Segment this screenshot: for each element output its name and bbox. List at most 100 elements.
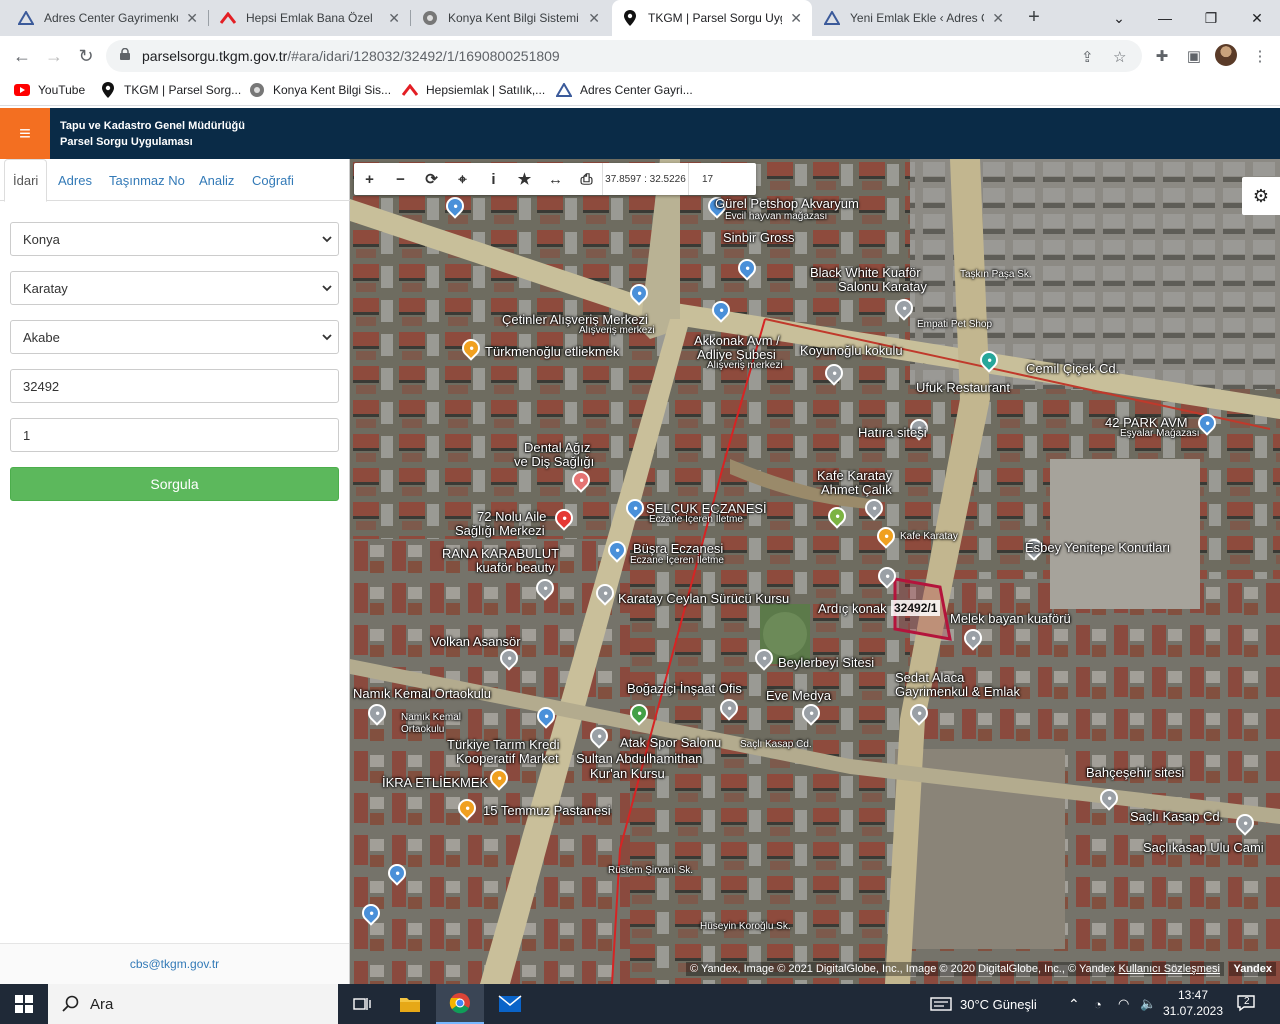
browser-tab[interactable]: Hepsi Emlak Bana Özel ✕ — [210, 0, 410, 36]
map-place-label[interactable]: Saçlıkasap Ulu Cami — [1143, 840, 1264, 855]
map-place-label[interactable]: Sedat Alaca — [895, 670, 964, 685]
map-place-label[interactable]: Saçlı Kasap Cd. — [740, 739, 812, 750]
bookmark-item[interactable]: YouTube — [14, 82, 85, 98]
browser-tab[interactable]: Adres Center Gayrimenkul ✕ — [8, 0, 208, 36]
map-place-label[interactable]: Eve Medya — [766, 688, 831, 703]
map-place-label[interactable]: Eşyalar Mağazası — [1120, 428, 1199, 439]
measure-distance-icon[interactable]: ↔ — [540, 163, 571, 195]
side-panel-icon[interactable]: ▣ — [1184, 46, 1204, 66]
browser-tab-active[interactable]: TKGM | Parsel Sorgu Uyg ✕ — [612, 0, 812, 36]
map-place-label[interactable]: Evcil hayvan mağazası — [725, 211, 827, 222]
parsel-input[interactable]: 1 — [10, 418, 339, 452]
close-window-button[interactable]: ✕ — [1234, 0, 1280, 36]
bookmark-item[interactable]: TKGM | Parsel Sorg... — [100, 82, 241, 98]
map-place-label[interactable]: Kafe Karatay — [900, 531, 958, 542]
bookmark-item[interactable]: Hepsiemlak | Satılık,... — [402, 82, 545, 98]
menu-dots-icon[interactable]: ⋮ — [1250, 46, 1270, 66]
share-icon[interactable]: ⇪ — [1081, 48, 1094, 66]
map-place-label[interactable]: 72 Nolu Aile — [477, 509, 546, 524]
network-icon[interactable]: ◔ — [1094, 984, 1102, 1024]
bookmark-item[interactable]: Adres Center Gayri... — [556, 82, 693, 98]
mail-icon[interactable] — [486, 984, 534, 1024]
address-bar[interactable]: parselsorgu.tkgm.gov.tr/#ara/idari/12803… — [106, 40, 1142, 72]
map-place-label[interactable]: Esbey Yenitepe Konutları — [1025, 540, 1170, 555]
terms-link[interactable]: Kullanıcı Sözleşmesi — [1119, 963, 1221, 975]
extensions-icon[interactable]: ✚ — [1152, 46, 1172, 66]
map-place-label[interactable]: kuaför beauty — [476, 560, 555, 575]
notification-center-icon[interactable]: 2 — [1236, 994, 1256, 1015]
map-place-label[interactable]: Gayrimenkul & Emlak — [895, 684, 1020, 699]
map-place-label[interactable]: Volkan Asansör — [431, 634, 521, 649]
map-place-label[interactable]: Sultan Abdulhamithan — [576, 751, 702, 766]
map-place-label[interactable]: Taşkın Paşa Sk. — [960, 269, 1032, 280]
map-place-label[interactable]: Ardıç konak — [818, 601, 887, 616]
bookmark-star-icon[interactable]: ☆ — [1113, 48, 1126, 66]
map-place-label[interactable]: İKRA ETLİEKMEK — [382, 775, 488, 790]
info-icon[interactable]: i — [478, 163, 509, 195]
map-place-label[interactable]: Türkiye Tarım Kredi — [447, 737, 559, 752]
zoom-in-button[interactable]: + — [354, 163, 385, 195]
map-place-label[interactable]: Hatıra sitesi — [858, 425, 927, 440]
close-tab-icon[interactable]: ✕ — [790, 10, 802, 27]
forward-icon[interactable]: → — [42, 44, 66, 68]
close-tab-icon[interactable]: ✕ — [588, 10, 600, 27]
map-place-label[interactable]: Eczane İçeren İletme — [630, 555, 724, 566]
taskbar-clock[interactable]: 13:47 31.07.2023 — [1160, 987, 1226, 1019]
mahalle-select[interactable]: Akabe — [10, 320, 339, 354]
map-view[interactable]: ● ● ● ● ● ● ● ● ● ● ● ● ● ● ● ● ● ● ● ● ● ● ● ● ● ● ● ● ● ● ● ● ● ● ● ● ● ● Gü… — [350, 159, 1280, 984]
map-place-label[interactable]: Saçlı Kasap Cd. — [1130, 809, 1223, 824]
map-place-label[interactable]: Koyunoğlu kokulu — [800, 343, 903, 358]
print-icon[interactable]: ⎙ — [571, 163, 602, 195]
contact-email-link[interactable]: cbs@tkgm.gov.tr — [0, 943, 349, 984]
map-place-label[interactable]: Kur'an Kursu — [590, 766, 665, 781]
back-icon[interactable]: ← — [10, 44, 34, 68]
file-explorer-icon[interactable] — [386, 984, 434, 1024]
sorgula-button[interactable]: Sorgula — [10, 467, 339, 501]
weather-widget[interactable]: 30°C Güneşli — [930, 984, 1037, 1024]
settings-gear-icon[interactable]: ⚙ — [1242, 177, 1280, 215]
tray-chevron-icon[interactable]: ⌃ — [1068, 984, 1080, 1024]
profile-avatar[interactable] — [1215, 44, 1237, 66]
map-place-label[interactable]: Namık Kemal — [401, 712, 461, 723]
il-select[interactable]: Konya — [10, 222, 339, 256]
favorite-star-icon[interactable]: ★ — [509, 163, 540, 195]
close-tab-icon[interactable]: ✕ — [992, 10, 1004, 27]
map-place-label[interactable]: Alışveriş merkezi — [707, 360, 783, 371]
map-place-label[interactable]: Cemil Çiçek Cd. — [1026, 361, 1119, 376]
tab-search-icon[interactable]: ⌄ — [1096, 0, 1142, 36]
close-tab-icon[interactable]: ✕ — [186, 10, 198, 27]
map-place-label[interactable]: Alışveriş merkezi — [579, 325, 655, 336]
map-place-label[interactable]: Akkonak Avm / — [694, 333, 780, 348]
browser-tab[interactable]: Yeni Emlak Ekle ‹ Adres Ce ✕ — [814, 0, 1014, 36]
bookmark-item[interactable]: Konya Kent Bilgi Sis... — [249, 82, 391, 98]
map-place-label[interactable]: Gürel Petshop Akvaryum — [715, 196, 859, 211]
tab-tasinmaz-no[interactable]: Taşınmaz No — [101, 159, 193, 201]
map-place-label[interactable]: Namık Kemal Ortaokulu — [353, 686, 491, 701]
map-place-label[interactable]: Ortaokulu — [401, 724, 444, 735]
refresh-map-icon[interactable]: ⟳ — [416, 163, 447, 195]
map-place-label[interactable]: Black White Kuaför — [810, 265, 921, 280]
map-place-label[interactable]: Atak Spor Salonu — [620, 735, 721, 750]
map-place-label[interactable]: Melek bayan kuaförü — [950, 611, 1071, 626]
chrome-icon[interactable] — [436, 984, 484, 1024]
map-place-label[interactable]: Hüseyin Koroğlu Sk. — [700, 921, 791, 932]
map-place-label[interactable]: Karatay Ceylan Sürücü Kursu — [618, 591, 789, 606]
map-place-label[interactable]: Kooperatif Market — [456, 751, 559, 766]
reload-icon[interactable]: ↻ — [74, 44, 98, 68]
map-place-label[interactable]: Salonu Karatay — [838, 279, 927, 294]
hamburger-menu-button[interactable]: ≡ — [0, 108, 50, 159]
minimize-button[interactable]: — — [1142, 0, 1188, 36]
map-place-label[interactable]: Rüstem Şirvani Sk. — [608, 865, 693, 876]
task-view-icon[interactable] — [338, 984, 386, 1024]
start-button[interactable] — [0, 984, 48, 1024]
ilce-select[interactable]: Karatay — [10, 271, 339, 305]
map-place-label[interactable]: Boğaziçi İnşaat Ofis — [627, 681, 742, 696]
map-place-label[interactable]: Sinbir Gross — [723, 230, 795, 245]
wifi-icon[interactable]: ◠ — [1118, 984, 1129, 1024]
map-place-label[interactable]: Empati Pet Shop — [917, 319, 992, 330]
map-place-label[interactable]: Ahmet Çalık — [821, 482, 892, 497]
map-place-label[interactable]: ve Diş Sağlığı — [514, 454, 594, 469]
map-place-label[interactable]: RANA KARABULUT — [442, 546, 559, 561]
map-place-label[interactable]: Beylerbeyi Sitesi — [778, 655, 874, 670]
volume-icon[interactable]: 🔈 — [1140, 984, 1156, 1024]
